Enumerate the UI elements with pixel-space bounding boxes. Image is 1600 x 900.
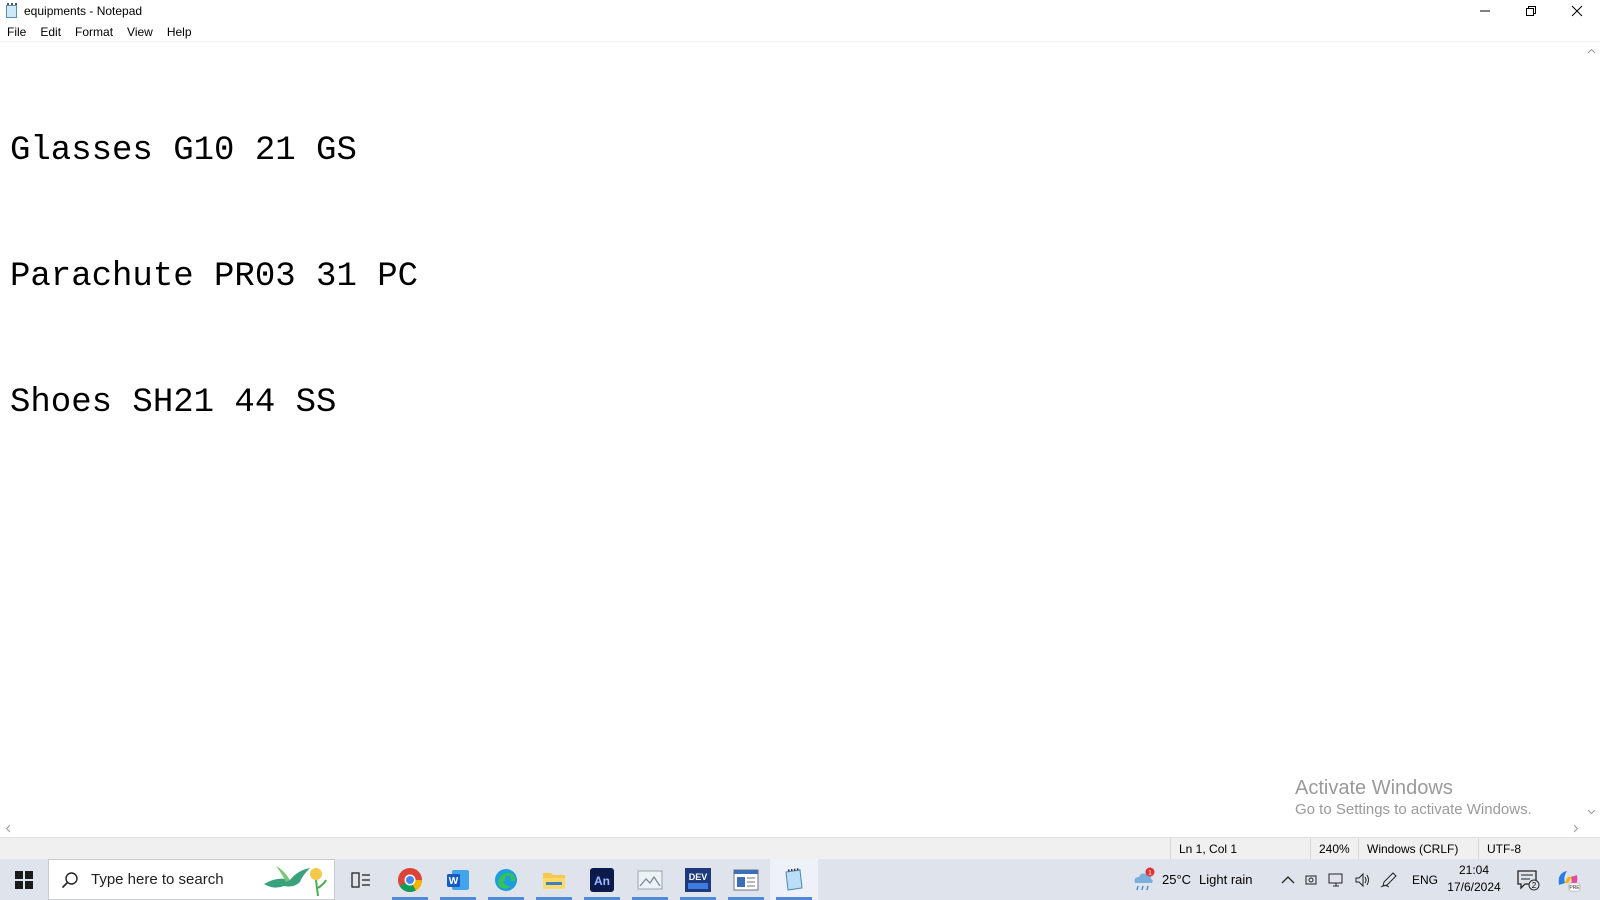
edge-icon xyxy=(495,868,517,891)
cursor-position: Ln 1, Col 1 xyxy=(1170,838,1310,860)
menu-view[interactable]: View xyxy=(120,22,160,42)
notification-center-button[interactable]: 2 xyxy=(1516,859,1540,900)
copilot-icon: PRE xyxy=(1558,870,1580,891)
chevron-up-icon[interactable] xyxy=(1280,872,1296,888)
menu-format[interactable]: Format xyxy=(68,22,120,42)
meet-now-icon[interactable] xyxy=(1304,872,1320,888)
task-view-icon xyxy=(351,871,370,888)
scroll-right-icon[interactable] xyxy=(1571,824,1580,833)
weather-widget[interactable]: 1 25°C Light rain xyxy=(1130,859,1253,900)
minimize-button[interactable] xyxy=(1462,0,1508,22)
word-icon: W xyxy=(447,869,469,890)
watermark-subtitle: Go to Settings to activate Windows. xyxy=(1295,801,1532,818)
notepad-icon xyxy=(785,867,803,891)
system-clock[interactable]: 21:04 17/6/2024 xyxy=(1444,862,1504,896)
language-indicator[interactable]: ENG xyxy=(1412,873,1438,887)
pen-icon[interactable] xyxy=(1380,871,1398,888)
scroll-left-icon[interactable] xyxy=(4,824,13,833)
weather-temperature: 25°C xyxy=(1162,872,1192,887)
task-view-button[interactable] xyxy=(337,859,385,900)
window-title: equipments - Notepad xyxy=(24,4,143,18)
editor-content[interactable]: Glasses G10 21 GS Parachute PR03 31 PC S… xyxy=(10,46,418,508)
scroll-down-icon[interactable] xyxy=(1587,807,1596,816)
clock-time: 21:04 xyxy=(1458,863,1490,877)
svg-text:PRE: PRE xyxy=(1569,885,1580,891)
notification-count: 2 xyxy=(1532,881,1537,890)
minimize-icon xyxy=(1480,10,1490,12)
copilot-button[interactable]: PRE xyxy=(1555,859,1581,900)
encoding: UTF-8 xyxy=(1478,838,1600,860)
taskbar-search-box[interactable]: Type here to search xyxy=(48,859,335,900)
vertical-scrollbar[interactable] xyxy=(1583,43,1600,820)
notification-icon: 2 xyxy=(1517,869,1540,890)
hummingbird-icon xyxy=(264,866,327,897)
dev-tool-icon: DEV xyxy=(685,867,711,892)
windows-logo-icon xyxy=(15,870,33,889)
app-window-icon xyxy=(733,869,759,890)
search-icon xyxy=(61,871,78,888)
taskbar-chrome[interactable] xyxy=(386,859,434,900)
close-button[interactable] xyxy=(1554,0,1600,22)
rain-cloud-icon: 1 xyxy=(1134,867,1155,890)
search-placeholder: Type here to search xyxy=(91,871,224,888)
taskbar-animate[interactable]: An xyxy=(578,859,626,900)
taskbar-notepad[interactable] xyxy=(770,859,818,900)
image-viewer-icon xyxy=(637,870,663,889)
svg-text:An: An xyxy=(594,874,610,888)
menu-help[interactable]: Help xyxy=(160,22,199,42)
window-controls xyxy=(1462,0,1600,22)
restore-button[interactable] xyxy=(1508,0,1554,22)
title-bar: equipments - Notepad xyxy=(0,0,1600,22)
volume-icon[interactable] xyxy=(1354,872,1372,888)
line-ending: Windows (CRLF) xyxy=(1358,838,1478,860)
text-editor[interactable]: Glasses G10 21 GS Parachute PR03 31 PC S… xyxy=(0,43,1584,820)
animate-icon: An xyxy=(590,867,614,892)
menu-file[interactable]: File xyxy=(0,22,33,42)
network-icon[interactable] xyxy=(1328,872,1346,888)
taskbar-word[interactable]: W xyxy=(434,859,482,900)
system-tray-icons: ENG xyxy=(1280,859,1438,900)
weather-description: Light rain xyxy=(1199,872,1253,887)
activate-windows-watermark: Activate Windows Go to Settings to activ… xyxy=(1295,776,1532,820)
text-line: Glasses G10 21 GS xyxy=(10,132,357,170)
horizontal-scrollbar[interactable] xyxy=(0,820,1584,837)
restore-icon xyxy=(1526,6,1536,16)
svg-text:DEV: DEV xyxy=(689,872,708,882)
scroll-up-icon[interactable] xyxy=(1587,47,1596,56)
close-icon xyxy=(1571,5,1583,17)
zoom-level: 240% xyxy=(1310,838,1365,860)
watermark-title: Activate Windows xyxy=(1295,777,1453,799)
notepad-icon xyxy=(4,3,20,19)
svg-text:W: W xyxy=(449,876,459,887)
file-explorer-icon xyxy=(543,872,565,889)
weather-badge: 1 xyxy=(1148,870,1152,877)
chrome-icon xyxy=(398,867,422,892)
clock-date: 17/6/2024 xyxy=(1447,880,1501,894)
menu-edit[interactable]: Edit xyxy=(33,22,68,42)
taskbar-file-explorer[interactable] xyxy=(530,859,578,900)
taskbar-app-window[interactable] xyxy=(722,859,770,900)
status-bar: Ln 1, Col 1 240% Windows (CRLF) UTF-8 xyxy=(0,837,1600,860)
taskbar: Type here to search W An DEV 1 25°C Ligh… xyxy=(0,859,1600,900)
taskbar-dev-tool[interactable]: DEV xyxy=(674,859,722,900)
start-button[interactable] xyxy=(0,859,48,900)
menu-bar: File Edit Format View Help xyxy=(0,22,1600,42)
text-line: Parachute PR03 31 PC xyxy=(10,258,419,296)
taskbar-image-viewer[interactable] xyxy=(626,859,674,900)
taskbar-edge[interactable] xyxy=(482,859,530,900)
text-line: Shoes SH21 44 SS xyxy=(10,384,337,422)
